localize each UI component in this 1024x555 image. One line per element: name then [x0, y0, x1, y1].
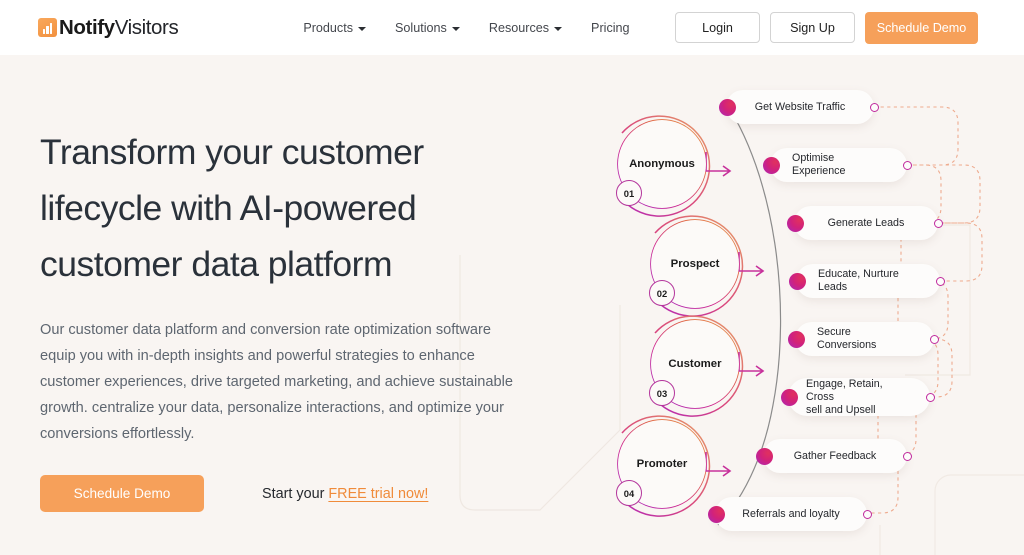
step-node-dot: [787, 215, 804, 232]
stage-number-01: 01: [616, 180, 642, 206]
step-pill-engage-retain[interactable]: Engage, Retain, Cross sell and Upsell: [788, 378, 930, 416]
nav-item-products[interactable]: Products: [303, 20, 367, 35]
main-nav: Products Solutions Resources Pricing: [303, 21, 629, 35]
header-actions: Login Sign Up Schedule Demo: [675, 11, 978, 44]
logo-text: NotifyVisitors: [59, 15, 179, 40]
schedule-demo-button-header[interactable]: Schedule Demo: [865, 11, 978, 44]
step-pill-secure-conversions[interactable]: Secure Conversions: [795, 322, 934, 356]
nav-label: Pricing: [591, 20, 630, 35]
nav-item-pricing[interactable]: Pricing: [591, 21, 630, 35]
step-pill-educate-nurture-leads[interactable]: Educate, Nurture Leads: [796, 264, 940, 298]
logo[interactable]: NotifyVisitors: [38, 15, 179, 40]
step-node-dot: [719, 99, 736, 116]
step-label: Secure Conversions: [817, 326, 877, 351]
step-label: Referrals and loyalty: [742, 507, 840, 520]
hero-content: Transform your customer lifecycle with A…: [40, 124, 513, 512]
chevron-down-icon: [451, 26, 460, 31]
free-trial-link[interactable]: FREE trial now!: [328, 486, 428, 502]
step-end-ring: [936, 277, 945, 286]
step-pill-referrals-loyalty[interactable]: Referrals and loyalty: [715, 497, 867, 531]
nav-item-resources[interactable]: Resources: [488, 20, 563, 35]
page-title: Transform your customer lifecycle with A…: [40, 132, 424, 284]
free-trial-text: Start your FREE trial now!: [262, 486, 428, 502]
step-end-ring: [903, 161, 912, 170]
bar-chart-icon: [38, 18, 57, 37]
stage-label: Prospect: [670, 258, 720, 270]
step-end-ring: [934, 219, 943, 228]
step-node-dot: [788, 331, 805, 348]
logo-text-bold: Notify: [59, 15, 115, 39]
step-node-dot: [756, 448, 773, 465]
step-label: Optimise Experience: [792, 152, 846, 177]
login-button[interactable]: Login: [675, 12, 760, 43]
diagram-vector-layer: [617, 99, 983, 526]
step-label: Engage, Retain, Cross sell and Upsell: [806, 377, 883, 416]
step-node-dot: [789, 273, 806, 290]
step-label: Gather Feedback: [793, 449, 877, 462]
site-header: NotifyVisitors Products Solutions Resour…: [0, 0, 1024, 55]
nav-item-solutions[interactable]: Solutions: [395, 21, 460, 35]
step-pill-optimise-experience[interactable]: Optimise Experience: [770, 148, 907, 182]
step-end-ring: [930, 335, 939, 344]
step-pill-generate-leads[interactable]: Generate Leads: [794, 206, 938, 240]
free-trial-prefix: Start your: [262, 485, 329, 502]
step-end-ring: [870, 103, 879, 112]
nav-label: Resources: [488, 20, 550, 35]
hero-cta-row: Schedule Demo Start your FREE trial now!: [40, 475, 510, 512]
schedule-demo-button-hero[interactable]: Schedule Demo: [40, 475, 204, 512]
lifecycle-diagram: Anonymous 01 Prospect 02 Customer 03 Pro…: [430, 55, 1024, 555]
step-node-dot: [781, 389, 798, 406]
step-label: Generate Leads: [827, 216, 905, 229]
step-label: Educate, Nurture Leads: [818, 268, 899, 293]
step-label: Get Website Traffic: [754, 100, 846, 113]
stage-arrows: [705, 152, 765, 477]
step-node-dot: [763, 157, 780, 174]
page-root: NotifyVisitors Products Solutions Resour…: [0, 0, 1024, 555]
signup-button[interactable]: Sign Up: [770, 12, 855, 43]
nav-label: Solutions: [395, 20, 447, 35]
stage-label: Anonymous: [629, 158, 695, 170]
logo-text-light: Visitors: [114, 15, 179, 39]
step-pill-get-website-traffic[interactable]: Get Website Traffic: [726, 90, 874, 124]
stage-number-02: 02: [649, 280, 675, 306]
hero-description: Our customer data platform and conversio…: [40, 322, 513, 442]
step-node-dot: [708, 506, 725, 523]
stage-label: Customer: [668, 358, 722, 370]
step-end-ring: [903, 452, 912, 461]
step-end-ring: [926, 393, 935, 402]
step-pill-gather-feedback[interactable]: Gather Feedback: [763, 439, 907, 473]
stage-label: Promoter: [636, 458, 688, 470]
nav-label: Products: [303, 20, 354, 35]
stage-number-03: 03: [649, 380, 675, 406]
chevron-down-icon: [554, 26, 563, 31]
chevron-down-icon: [358, 26, 367, 31]
stage-number-04: 04: [616, 480, 642, 506]
step-end-ring: [863, 510, 872, 519]
